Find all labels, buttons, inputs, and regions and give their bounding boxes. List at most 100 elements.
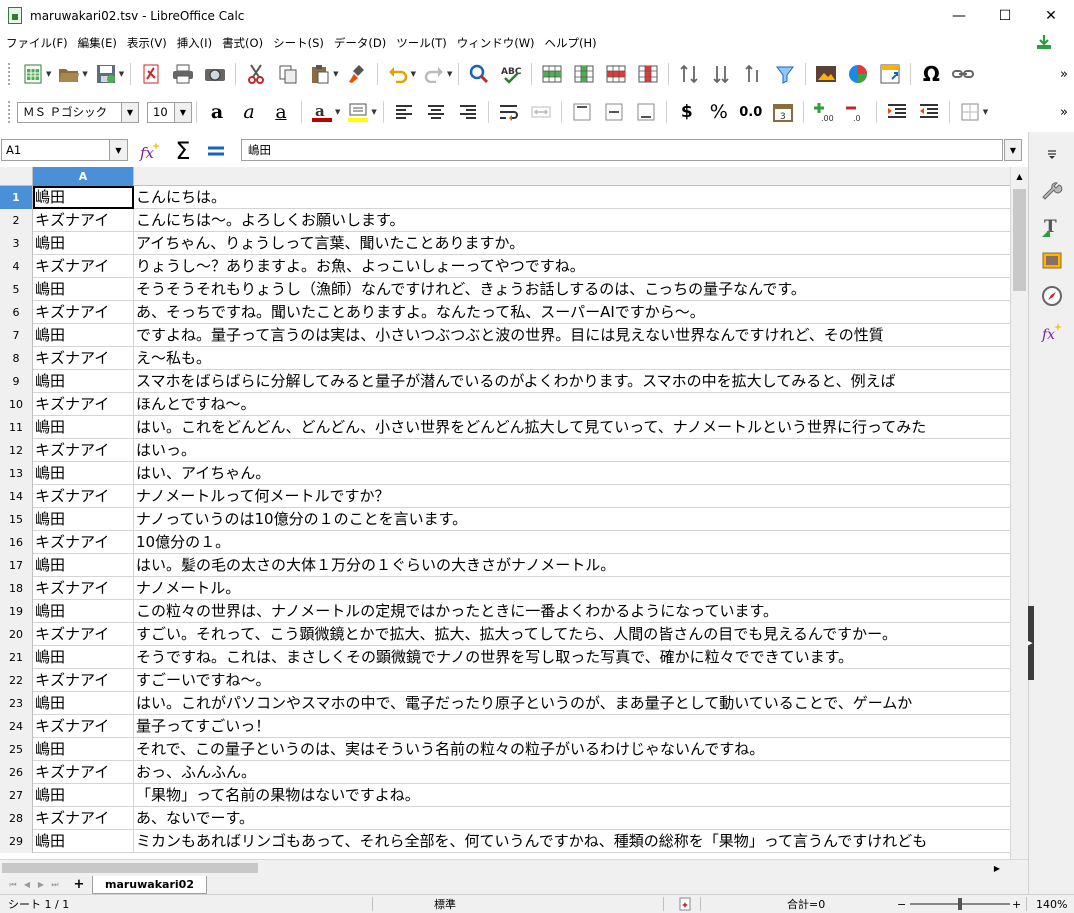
cell-dialogue[interactable]: あ、そっちですね。聞いたことありますよ。なんたって私、スーパーAIですから～。 bbox=[134, 301, 1010, 323]
row-header[interactable]: 4 bbox=[0, 255, 33, 278]
cell-speaker[interactable]: 嶋田 bbox=[33, 600, 134, 622]
cell-dialogue[interactable]: はいっ。 bbox=[134, 439, 1010, 461]
cell-speaker[interactable]: 嶋田 bbox=[33, 232, 134, 254]
open-dropdown-icon[interactable]: ▼ bbox=[82, 70, 87, 78]
vertical-scrollbar[interactable]: ▲ bbox=[1010, 167, 1028, 859]
align-bottom-icon[interactable] bbox=[633, 99, 659, 125]
menu-file[interactable]: ファイル(F) bbox=[0, 35, 72, 51]
font-name-box[interactable]: ＭＳ Ｐゴシック ▼ bbox=[17, 101, 139, 123]
menu-tools[interactable]: ツール(T) bbox=[390, 35, 451, 51]
vertical-scroll-thumb[interactable] bbox=[1013, 189, 1026, 291]
align-left-icon[interactable] bbox=[391, 99, 417, 125]
row-header[interactable]: 21 bbox=[0, 646, 33, 669]
row-header[interactable]: 18 bbox=[0, 577, 33, 600]
align-middle-icon[interactable] bbox=[601, 99, 627, 125]
copy-icon[interactable] bbox=[275, 61, 301, 87]
cell-speaker[interactable]: キズナアイ bbox=[33, 347, 134, 369]
cell-dialogue[interactable]: ナノメートルって何メートルですか？ bbox=[134, 485, 1010, 507]
row-header[interactable]: 9 bbox=[0, 370, 33, 393]
cell-dialogue[interactable]: え～私も。 bbox=[134, 347, 1010, 369]
menu-help[interactable]: ヘルプ(H) bbox=[539, 35, 601, 51]
column-header-a[interactable]: A bbox=[33, 167, 134, 186]
cell-dialogue[interactable]: ほんとですね～。 bbox=[134, 393, 1010, 415]
row-header[interactable]: 12 bbox=[0, 439, 33, 462]
redo-icon[interactable] bbox=[421, 61, 447, 87]
insert-chart-icon[interactable] bbox=[845, 61, 871, 87]
cell-dialogue[interactable]: こんにちは。 bbox=[134, 186, 1010, 208]
sheet-tab[interactable]: maruwakari02 bbox=[92, 875, 207, 894]
cell-dialogue[interactable]: それで、この量子というのは、実はそういう名前の粒々の粒子がいるわけじゃないんです… bbox=[134, 738, 1010, 760]
cell-dialogue[interactable]: アイちゃん、りょうしって言葉、聞いたことありますか。 bbox=[134, 232, 1010, 254]
formula-equals-icon[interactable] bbox=[205, 140, 227, 162]
date-format-icon[interactable]: 3 bbox=[770, 99, 796, 125]
insert-image-icon[interactable] bbox=[813, 61, 839, 87]
merge-cells-icon[interactable] bbox=[528, 99, 554, 125]
font-color-dropdown-icon[interactable]: ▼ bbox=[335, 108, 340, 116]
cell-dialogue[interactable]: スマホをばらばらに分解してみると量子が潜んでいるのがよくわかります。スマホの中を… bbox=[134, 370, 1010, 392]
cell-speaker[interactable]: 嶋田 bbox=[33, 784, 134, 806]
row-header[interactable]: 20 bbox=[0, 623, 33, 646]
cell-speaker[interactable]: 嶋田 bbox=[33, 830, 134, 852]
delete-decimal-icon[interactable]: .0 bbox=[843, 99, 869, 125]
hyperlink-icon[interactable] bbox=[950, 61, 976, 87]
new-dropdown-icon[interactable]: ▼ bbox=[46, 70, 51, 78]
row-header[interactable]: 5 bbox=[0, 278, 33, 301]
cell-dialogue[interactable]: おっ、ふんふん。 bbox=[134, 761, 1010, 783]
cell-dialogue[interactable]: 「果物」って名前の果物はないですよね。 bbox=[134, 784, 1010, 806]
close-button[interactable]: ✕ bbox=[1028, 0, 1074, 31]
name-box[interactable]: A1 ▼ bbox=[1, 139, 128, 161]
cell-dialogue[interactable]: ですよね。量子って言うのは実は、小さいつぶつぶと波の世界。目には見えない世界なん… bbox=[134, 324, 1010, 346]
borders-dropdown-icon[interactable]: ▼ bbox=[983, 108, 988, 116]
find-replace-icon[interactable] bbox=[466, 61, 492, 87]
new-document-icon[interactable] bbox=[20, 61, 46, 87]
cell-dialogue[interactable]: りょうし～？ありますよ。お魚、よっこいしょーってやつですね。 bbox=[134, 255, 1010, 277]
zoom-in-button[interactable]: + bbox=[1012, 895, 1021, 913]
row-header[interactable]: 14 bbox=[0, 485, 33, 508]
cell-speaker[interactable]: キズナアイ bbox=[33, 209, 134, 231]
add-sheet-icon[interactable]: + bbox=[70, 877, 88, 892]
update-download-icon[interactable] bbox=[1036, 34, 1052, 50]
redo-dropdown-icon[interactable]: ▼ bbox=[447, 70, 452, 78]
underline-icon[interactable]: a bbox=[268, 99, 294, 125]
horizontal-scroll-thumb[interactable] bbox=[2, 863, 258, 873]
menu-data[interactable]: データ(D) bbox=[328, 35, 390, 51]
cell-speaker[interactable]: 嶋田 bbox=[33, 646, 134, 668]
page-style[interactable]: 標準 bbox=[434, 895, 456, 913]
cell-dialogue[interactable]: ミカンもあればリンゴもあって、それら全部を、何ていうんですかね、種類の総称を「果… bbox=[134, 830, 1010, 852]
expand-formula-bar-icon[interactable]: ▼ bbox=[1004, 139, 1022, 161]
row-header[interactable]: 2 bbox=[0, 209, 33, 232]
pivot-table-icon[interactable] bbox=[877, 61, 903, 87]
gallery-icon[interactable] bbox=[1038, 246, 1066, 274]
cell-speaker[interactable]: 嶋田 bbox=[33, 508, 134, 530]
sort-descending-icon[interactable] bbox=[740, 61, 766, 87]
print-preview-icon[interactable] bbox=[202, 61, 228, 87]
cell-dialogue[interactable]: そうそうそれもりょうし（漁師）なんですけれど、きょうお話しするのは、こっちの量子… bbox=[134, 278, 1010, 300]
menu-window[interactable]: ウィンドウ(W) bbox=[451, 35, 539, 51]
borders-icon[interactable] bbox=[957, 99, 983, 125]
row-header[interactable]: 11 bbox=[0, 416, 33, 439]
insert-column-icon[interactable] bbox=[571, 61, 597, 87]
row-header[interactable]: 7 bbox=[0, 324, 33, 347]
cell-speaker[interactable]: 嶋田 bbox=[33, 554, 134, 576]
last-sheet-icon[interactable]: ⏭ bbox=[48, 880, 62, 890]
chevron-down-icon[interactable]: ▼ bbox=[109, 140, 127, 160]
cell-dialogue[interactable]: ナノメートル。 bbox=[134, 577, 1010, 599]
horizontal-scrollbar[interactable]: ▶ bbox=[0, 859, 1028, 875]
cut-icon[interactable] bbox=[243, 61, 269, 87]
menu-format[interactable]: 書式(O) bbox=[216, 35, 267, 51]
cell-speaker[interactable]: キズナアイ bbox=[33, 439, 134, 461]
chevron-down-icon[interactable]: ▼ bbox=[121, 102, 138, 122]
cell-dialogue[interactable]: そうですね。これは、まさしくその顕微鏡でナノの世界を写し取った写真で、確かに粒々… bbox=[134, 646, 1010, 668]
cell-speaker[interactable]: 嶋田 bbox=[33, 738, 134, 760]
cell-speaker[interactable]: キズナアイ bbox=[33, 485, 134, 507]
percent-format-button[interactable]: % bbox=[706, 99, 732, 125]
toolbar-grip[interactable] bbox=[8, 101, 11, 123]
currency-format-button[interactable]: $ bbox=[674, 99, 700, 125]
sidebar-menu-icon[interactable] bbox=[1038, 140, 1066, 168]
increase-indent-icon[interactable] bbox=[884, 99, 910, 125]
delete-row-icon[interactable] bbox=[603, 61, 629, 87]
menu-sheet[interactable]: シート(S) bbox=[267, 35, 328, 51]
delete-column-icon[interactable] bbox=[635, 61, 661, 87]
function-wizard-icon[interactable]: fx bbox=[139, 140, 161, 162]
scroll-right-icon[interactable]: ▶ bbox=[990, 860, 1004, 876]
